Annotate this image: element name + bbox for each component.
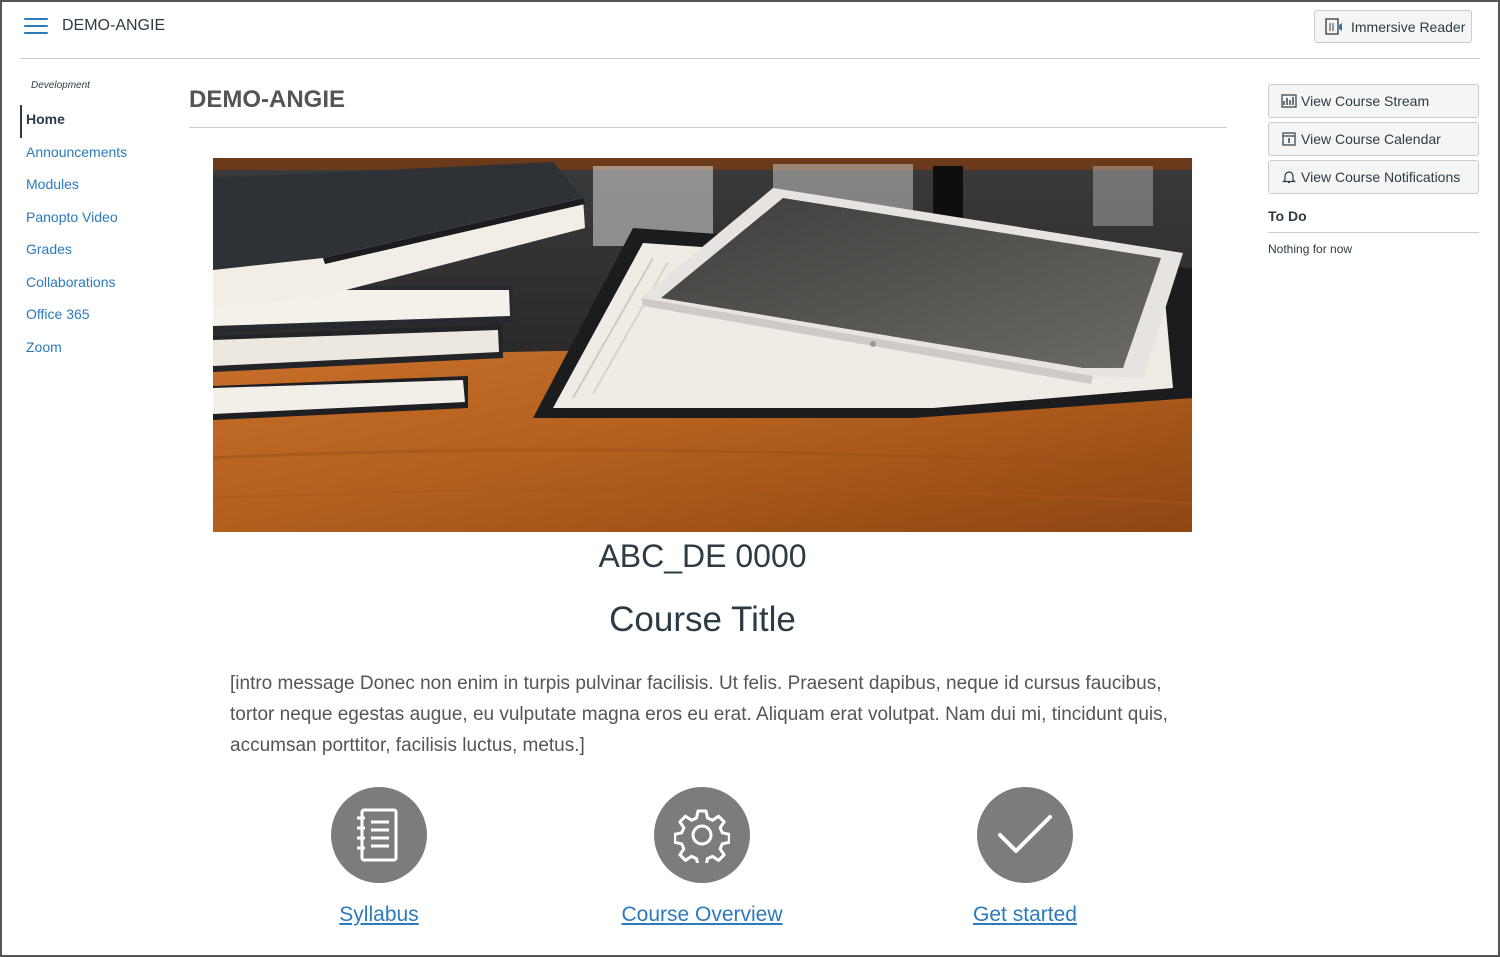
nav-item-home[interactable]: Home bbox=[20, 105, 170, 138]
get-started-link[interactable]: Get started bbox=[973, 903, 1077, 927]
course-code: ABC_DE 0000 bbox=[598, 538, 807, 574]
stream-chart-icon bbox=[1281, 94, 1297, 108]
tile-course-overview: Course Overview bbox=[592, 787, 812, 927]
tile-get-started: Get started bbox=[915, 787, 1135, 927]
nav-item-zoom[interactable]: Zoom bbox=[20, 333, 170, 366]
view-course-notifications-label: View Course Notifications bbox=[1301, 169, 1461, 185]
quick-links: Syllabus Course Overview Get started bbox=[189, 787, 1227, 937]
tile-syllabus: Syllabus bbox=[269, 787, 489, 927]
hamburger-menu-icon[interactable] bbox=[24, 18, 48, 38]
top-bar: DEMO-ANGIE Immersive Reader bbox=[20, 0, 1480, 59]
course-nav: Development Home Announcements Modules P… bbox=[20, 80, 170, 365]
syllabus-link[interactable]: Syllabus bbox=[339, 903, 418, 927]
view-course-calendar-label: View Course Calendar bbox=[1301, 131, 1441, 147]
nav-item-announcements[interactable]: Announcements bbox=[20, 138, 170, 171]
breadcrumb-course[interactable]: DEMO-ANGIE bbox=[62, 17, 165, 35]
view-course-calendar-button[interactable]: View Course Calendar bbox=[1268, 122, 1479, 156]
immersive-reader-icon bbox=[1325, 17, 1342, 35]
immersive-reader-label: Immersive Reader bbox=[1351, 18, 1466, 35]
nav-item-grades[interactable]: Grades bbox=[20, 235, 170, 268]
gear-icon[interactable] bbox=[654, 787, 750, 883]
todo-empty-message: Nothing for now bbox=[1268, 242, 1353, 256]
nav-item-office-365[interactable]: Office 365 bbox=[20, 300, 170, 333]
calendar-icon bbox=[1282, 132, 1296, 146]
view-course-stream-label: View Course Stream bbox=[1301, 93, 1430, 109]
nav-subtitle: Development bbox=[31, 80, 90, 91]
course-overview-link[interactable]: Course Overview bbox=[621, 903, 782, 927]
right-sidebar: View Course Stream View Course Calendar … bbox=[1268, 84, 1479, 256]
page-title: DEMO-ANGIE bbox=[189, 80, 1227, 128]
checkmark-icon[interactable] bbox=[977, 787, 1073, 883]
immersive-reader-button[interactable]: Immersive Reader bbox=[1314, 10, 1472, 43]
nav-item-modules[interactable]: Modules bbox=[20, 170, 170, 203]
nav-item-panopto-video[interactable]: Panopto Video bbox=[20, 203, 170, 236]
nav-item-collaborations[interactable]: Collaborations bbox=[20, 268, 170, 301]
view-course-stream-button[interactable]: View Course Stream bbox=[1268, 84, 1479, 118]
intro-message: [intro message Donec non enim in turpis … bbox=[230, 673, 1168, 756]
hero-image bbox=[213, 158, 1192, 532]
syllabus-notebook-icon[interactable] bbox=[331, 787, 427, 883]
main-content: DEMO-ANGIE ABC_DE 0000 Course Title [int… bbox=[189, 80, 1227, 926]
bell-icon bbox=[1282, 171, 1296, 184]
todo-heading: To Do bbox=[1268, 208, 1479, 233]
view-course-notifications-button[interactable]: View Course Notifications bbox=[1268, 160, 1479, 194]
course-title: Course Title bbox=[609, 600, 796, 639]
